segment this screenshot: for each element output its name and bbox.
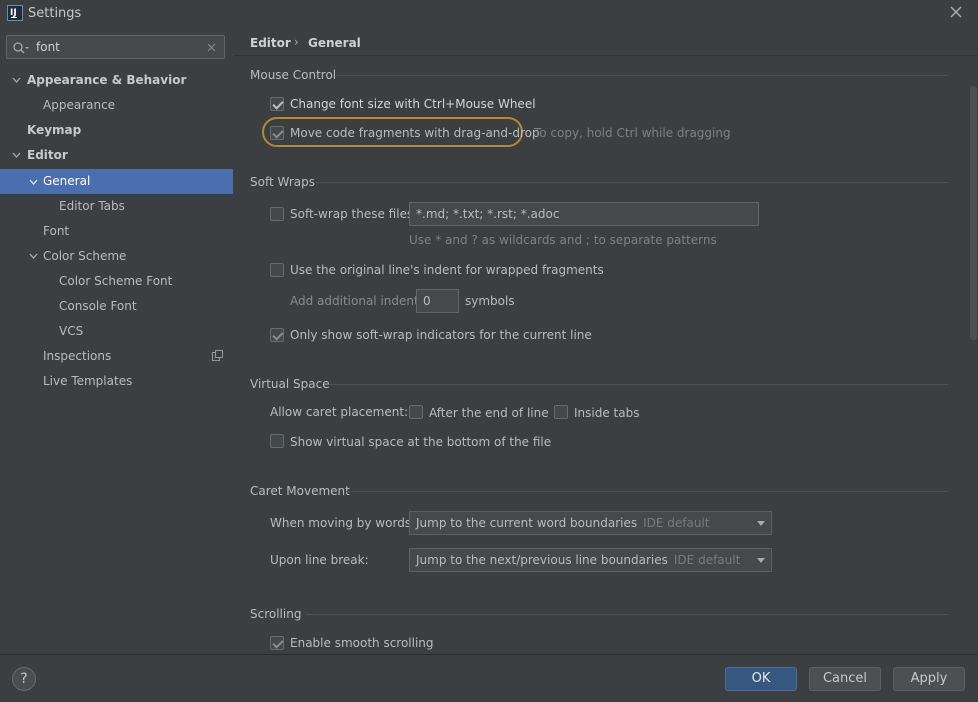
patterns-hint: Use * and ? as wildcards and ; to separa… <box>409 233 717 247</box>
tree-item-label: Live Templates <box>43 374 133 388</box>
soft-wrap-indicators-label: Only show soft-wrap indicators for the c… <box>290 328 592 342</box>
tree-item-appearance-behavior[interactable]: Appearance & Behavior <box>0 69 233 91</box>
breadcrumb-editor[interactable]: Editor <box>250 36 291 50</box>
additional-indent-label: Add additional indent: <box>290 294 423 308</box>
tree-item-color-scheme-font[interactable]: Color Scheme Font <box>0 270 233 292</box>
title-bar: IJ Settings <box>0 0 978 27</box>
clear-search-button[interactable] <box>207 39 216 55</box>
change-font-size-checkbox[interactable] <box>270 97 284 111</box>
section-scrolling: Scrolling <box>250 607 302 621</box>
tree-item-label: Color Scheme <box>43 249 127 263</box>
tree-item-label: Editor Tabs <box>59 199 125 213</box>
line-break-value: Jump to the next/previous line boundarie… <box>416 553 668 567</box>
drag-drop-hint: To copy, hold Ctrl while dragging <box>534 126 731 140</box>
copy-icon <box>212 350 223 361</box>
tree-item-general[interactable]: General <box>0 169 233 194</box>
tree-item-label: Console Font <box>59 299 137 313</box>
virtual-space-bottom-label: Show virtual space at the bottom of the … <box>290 435 552 449</box>
moving-by-words-label: When moving by words: <box>270 516 416 530</box>
chevron-down-icon <box>757 521 765 526</box>
additional-indent-unit: symbols <box>465 294 515 308</box>
settings-sidebar: font Appearance & Behavior Appearance Ke… <box>0 27 233 654</box>
tree-item-label: Font <box>43 224 70 238</box>
original-indent-checkbox[interactable] <box>270 263 284 277</box>
smooth-scrolling-checkbox[interactable] <box>270 636 284 650</box>
change-font-size-label: Change font size with Ctrl+Mouse Wheel <box>290 97 536 111</box>
tree-item-editor-tabs[interactable]: Editor Tabs <box>0 195 233 217</box>
tree-item-inspections[interactable]: Inspections <box>0 345 233 367</box>
chevron-down-icon[interactable] <box>10 144 22 166</box>
help-button[interactable]: ? <box>12 667 36 691</box>
line-break-label: Upon line break: <box>270 553 369 567</box>
close-window-button[interactable] <box>946 2 966 22</box>
close-icon <box>950 6 962 18</box>
tree-item-console-font[interactable]: Console Font <box>0 295 233 317</box>
drag-drop-label: Move code fragments with drag-and-drop <box>290 126 540 140</box>
line-break-suffix: IDE default <box>673 553 741 567</box>
apply-button[interactable]: Apply <box>893 667 965 691</box>
drag-drop-checkbox[interactable] <box>270 126 284 140</box>
tree-item-label: Appearance & Behavior <box>27 73 187 87</box>
inside-tabs-label: Inside tabs <box>574 406 640 420</box>
tree-item-keymap[interactable]: Keymap <box>0 119 233 141</box>
chevron-down-icon[interactable] <box>27 169 39 194</box>
cancel-button[interactable]: Cancel <box>809 667 881 691</box>
section-soft-wraps: Soft Wraps <box>250 175 315 189</box>
soft-wrap-files-input[interactable]: *.md; *.txt; *.rst; *.adoc <box>409 202 759 226</box>
search-input[interactable]: font <box>6 35 225 59</box>
tree-item-font[interactable]: Font <box>0 220 233 242</box>
ok-button[interactable]: OK <box>725 667 797 691</box>
divider <box>316 182 948 183</box>
breadcrumb: Editor › General <box>234 27 978 55</box>
tree-item-label: General <box>43 174 91 188</box>
chevron-down-icon[interactable] <box>10 69 22 91</box>
settings-content-panel: Editor › General Mouse Control Change fo… <box>234 27 978 654</box>
section-virtual-space: Virtual Space <box>250 377 330 391</box>
soft-wrap-files-label: Soft-wrap these files: <box>290 207 418 221</box>
line-break-dropdown[interactable]: Jump to the next/previous line boundarie… <box>409 548 772 572</box>
general-settings-form: Mouse Control Change font size with Ctrl… <box>234 55 978 654</box>
tree-item-label: VCS <box>59 324 84 338</box>
window-title: Settings <box>28 6 82 21</box>
chevron-down-icon <box>757 558 765 563</box>
tree-item-appearance[interactable]: Appearance <box>0 94 233 116</box>
virtual-space-bottom-checkbox[interactable] <box>270 434 284 448</box>
section-caret-movement: Caret Movement <box>250 484 350 498</box>
search-icon <box>13 42 29 54</box>
tree-item-editor[interactable]: Editor <box>0 144 233 166</box>
scrollbar[interactable] <box>970 86 977 340</box>
tree-item-label: Color Scheme Font <box>59 274 173 288</box>
tree-item-label: Keymap <box>27 123 82 137</box>
moving-by-words-dropdown[interactable]: Jump to the current word boundaries IDE d… <box>409 511 772 535</box>
search-value: font <box>36 40 60 54</box>
original-indent-label: Use the original line's indent for wrapp… <box>290 263 604 277</box>
soft-wrap-files-checkbox[interactable] <box>270 207 284 221</box>
caret-placement-label: Allow caret placement: <box>270 405 409 419</box>
soft-wrap-indicators-checkbox[interactable] <box>270 328 284 342</box>
divider <box>329 384 948 385</box>
after-end-of-line-label: After the end of line <box>429 406 549 420</box>
tree-item-label: Inspections <box>43 349 112 363</box>
close-icon <box>207 43 216 52</box>
moving-by-words-suffix: IDE default <box>643 516 710 530</box>
app-icon: IJ <box>7 5 23 21</box>
inside-tabs-checkbox[interactable] <box>554 405 568 419</box>
tree-item-label: Editor <box>27 148 68 162</box>
tree-item-label: Appearance <box>43 98 116 112</box>
smooth-scrolling-label: Enable smooth scrolling <box>290 636 434 650</box>
breadcrumb-general: General <box>308 36 361 50</box>
section-mouse-control: Mouse Control <box>250 68 337 82</box>
moving-by-words-value: Jump to the current word boundaries <box>416 516 638 530</box>
additional-indent-input[interactable]: 0 <box>416 289 459 313</box>
chevron-down-icon[interactable] <box>27 245 39 267</box>
tree-item-color-scheme[interactable]: Color Scheme <box>0 245 233 267</box>
breadcrumb-separator: › <box>294 35 299 49</box>
divider <box>336 75 948 76</box>
divider <box>306 614 948 615</box>
dialog-footer: ? OK Cancel Apply <box>0 654 978 702</box>
tree-item-vcs[interactable]: VCS <box>0 320 233 342</box>
tree-item-live-templates[interactable]: Live Templates <box>0 370 233 392</box>
after-end-of-line-checkbox[interactable] <box>409 405 423 419</box>
divider <box>346 491 948 492</box>
